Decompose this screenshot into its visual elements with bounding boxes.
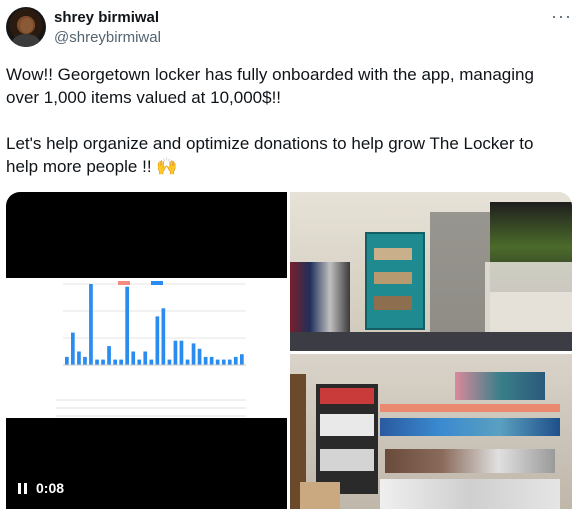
author-name[interactable]: shrey birmiwal	[54, 9, 159, 26]
chart-bar	[191, 343, 196, 365]
avatar-face	[20, 18, 33, 33]
chart-bar	[233, 356, 238, 365]
chart-bar	[240, 354, 244, 365]
video-timestamp[interactable]: 0:08	[18, 480, 64, 496]
tweet-text: Wow!! Georgetown locker has fully onboar…	[6, 63, 566, 178]
chart-bar	[83, 356, 87, 365]
avatar[interactable]	[6, 7, 46, 47]
media-grid: 0:08	[6, 192, 572, 509]
chart-bar	[65, 356, 69, 365]
chart-bar	[209, 356, 214, 365]
chart-bar	[215, 359, 220, 365]
avatar-shirt	[12, 34, 40, 47]
photo-storage-room[interactable]	[290, 192, 572, 351]
chart-bar	[227, 359, 232, 365]
pause-icon[interactable]	[18, 483, 27, 494]
chart-bar	[185, 359, 190, 365]
author-handle[interactable]: @shreybirmiwal	[54, 29, 161, 46]
chart-bar	[77, 351, 81, 365]
chart-bar	[119, 359, 123, 365]
chart-bar	[197, 348, 202, 365]
chart-bar	[179, 340, 184, 365]
chart-bar	[95, 359, 99, 365]
chart-bar	[137, 359, 142, 365]
chart-bar	[155, 316, 160, 365]
chart-bar	[131, 351, 136, 365]
chart-bar	[125, 286, 129, 365]
video-player[interactable]: 0:08	[6, 192, 287, 509]
chart-bar	[113, 359, 117, 365]
chart-bar	[89, 284, 93, 365]
chart-bar	[161, 308, 166, 365]
chart-bar	[101, 359, 105, 365]
tweet-paragraph-2: Let's help organize and optimize donatio…	[6, 134, 539, 176]
bar-chart	[6, 278, 287, 418]
chart-bar	[107, 346, 111, 365]
tweet-paragraph-1: Wow!! Georgetown locker has fully onboar…	[6, 65, 539, 107]
chart-bar	[221, 359, 226, 365]
video-time-label: 0:08	[36, 480, 65, 496]
chart-bar	[173, 340, 178, 365]
chart-bar	[149, 359, 154, 365]
chart-bar	[167, 359, 172, 365]
more-options-icon[interactable]: ···	[551, 6, 572, 27]
chart-bar	[143, 351, 148, 365]
chart-bar	[71, 332, 75, 365]
chart-bar	[203, 356, 208, 365]
photo-shelves[interactable]	[290, 354, 572, 509]
video-chart-frame	[6, 278, 287, 418]
